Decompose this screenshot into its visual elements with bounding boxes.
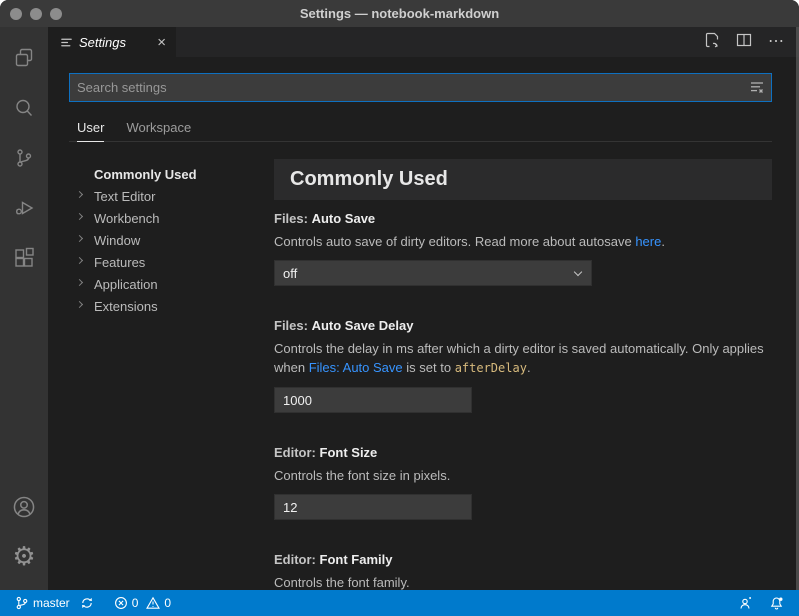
setting-name: Font Size — [320, 445, 378, 460]
titlebar: Settings — notebook-markdown — [0, 0, 799, 27]
tab-settings[interactable]: Settings × — [48, 27, 176, 57]
notifications-bell-icon[interactable] — [764, 596, 789, 611]
feedback-icon[interactable] — [733, 596, 758, 611]
section-header: Commonly Used — [274, 159, 772, 200]
toc-item-extensions[interactable]: Extensions — [69, 295, 274, 317]
more-actions-icon[interactable]: ⋯ — [768, 34, 785, 50]
branch-name: master — [33, 596, 70, 610]
setting-category: Files: — [274, 211, 308, 226]
setting-description: Controls auto save of dirty editors. Rea… — [274, 232, 772, 251]
setting-files-auto-save: Files: Auto Save Controls auto save of d… — [274, 211, 772, 286]
setting-files-auto-save-delay: Files: Auto Save Delay Controls the dela… — [274, 318, 772, 413]
chevron-right-icon — [76, 191, 83, 198]
setting-name: Auto Save — [312, 211, 376, 226]
filter-clear-icon[interactable] — [749, 80, 765, 100]
chevron-right-icon — [76, 301, 83, 308]
setting-description: Controls the font size in pixels. — [274, 466, 772, 485]
toc-item-application[interactable]: Application — [69, 273, 274, 295]
settings-list-icon — [60, 36, 73, 49]
setting-description: Controls the delay in ms after which a d… — [274, 339, 772, 378]
account-icon[interactable] — [0, 482, 48, 532]
git-branch-status[interactable]: master — [10, 596, 75, 610]
vscode-window: Settings — notebook-markdown — [0, 0, 799, 616]
tab-bar: Settings × — [48, 27, 799, 57]
setting-category: Editor: — [274, 552, 316, 567]
source-control-icon[interactable] — [0, 133, 48, 183]
here-link[interactable]: here — [635, 234, 661, 249]
setting-category: Files: — [274, 318, 308, 333]
sync-status[interactable] — [75, 596, 99, 610]
close-window-button[interactable] — [10, 8, 22, 20]
settings-content: Commonly Used Files: Auto Save Controls … — [274, 159, 772, 590]
chevron-right-icon — [76, 213, 83, 220]
editor-actions: ⋯ — [704, 27, 799, 57]
settings-editor: User Workspace Commonly Used Text Editor — [48, 57, 799, 590]
error-icon — [114, 596, 128, 610]
error-count: 0 — [132, 596, 139, 610]
section-title: Commonly Used — [290, 168, 448, 191]
tab-workspace[interactable]: Workspace — [126, 120, 191, 142]
gear-glyph: ⚙ — [12, 544, 35, 570]
auto-save-select-value: off — [283, 266, 297, 281]
setting-description: Controls the font family. — [274, 573, 772, 590]
chevron-down-icon — [574, 267, 582, 275]
activity-bar: ⚙ — [0, 27, 48, 590]
traffic-lights — [10, 0, 62, 27]
status-bar: master 0 — [0, 590, 799, 616]
tab-label: Settings — [79, 35, 149, 50]
run-debug-icon[interactable] — [0, 183, 48, 233]
search-settings-input[interactable] — [69, 73, 772, 102]
zoom-window-button[interactable] — [50, 8, 62, 20]
chevron-right-icon — [76, 257, 83, 264]
auto-save-delay-input[interactable] — [274, 387, 472, 413]
explorer-icon[interactable] — [0, 33, 48, 83]
files-auto-save-link[interactable]: Files: Auto Save — [309, 360, 403, 375]
tab-user[interactable]: User — [77, 120, 104, 142]
open-settings-json-icon[interactable] — [704, 32, 720, 53]
sync-icon — [80, 596, 94, 610]
problems-status[interactable]: 0 0 — [109, 596, 176, 610]
font-size-input[interactable] — [274, 494, 472, 520]
settings-toc: Commonly Used Text Editor Workbench — [69, 159, 274, 590]
minimize-window-button[interactable] — [30, 8, 42, 20]
search-icon[interactable] — [0, 83, 48, 133]
close-tab-icon[interactable]: × — [155, 35, 168, 50]
settings-gear-icon[interactable]: ⚙ — [0, 532, 48, 582]
toc-item-text-editor[interactable]: Text Editor — [69, 185, 274, 207]
setting-category: Editor: — [274, 445, 316, 460]
warning-count: 0 — [164, 596, 171, 610]
extensions-icon[interactable] — [0, 233, 48, 283]
after-delay-code: afterDelay — [455, 361, 527, 375]
auto-save-select[interactable]: off — [274, 260, 592, 286]
git-branch-icon — [15, 596, 29, 610]
setting-name: Auto Save Delay — [312, 318, 414, 333]
toc-item-commonly-used[interactable]: Commonly Used — [69, 163, 274, 185]
warning-icon — [146, 596, 160, 610]
chevron-right-icon — [76, 235, 83, 242]
window-title: Settings — notebook-markdown — [300, 6, 499, 21]
setting-name: Font Family — [320, 552, 393, 567]
toc-item-window[interactable]: Window — [69, 229, 274, 251]
toc-item-workbench[interactable]: Workbench — [69, 207, 274, 229]
editor-area: Settings × — [48, 27, 799, 590]
chevron-right-icon — [76, 279, 83, 286]
setting-editor-font-size: Editor: Font Size Controls the font size… — [274, 445, 772, 520]
setting-editor-font-family: Editor: Font Family Controls the font fa… — [274, 552, 772, 590]
scope-tabs: User Workspace — [69, 119, 772, 142]
split-editor-icon[interactable] — [736, 32, 752, 53]
toc-item-features[interactable]: Features — [69, 251, 274, 273]
